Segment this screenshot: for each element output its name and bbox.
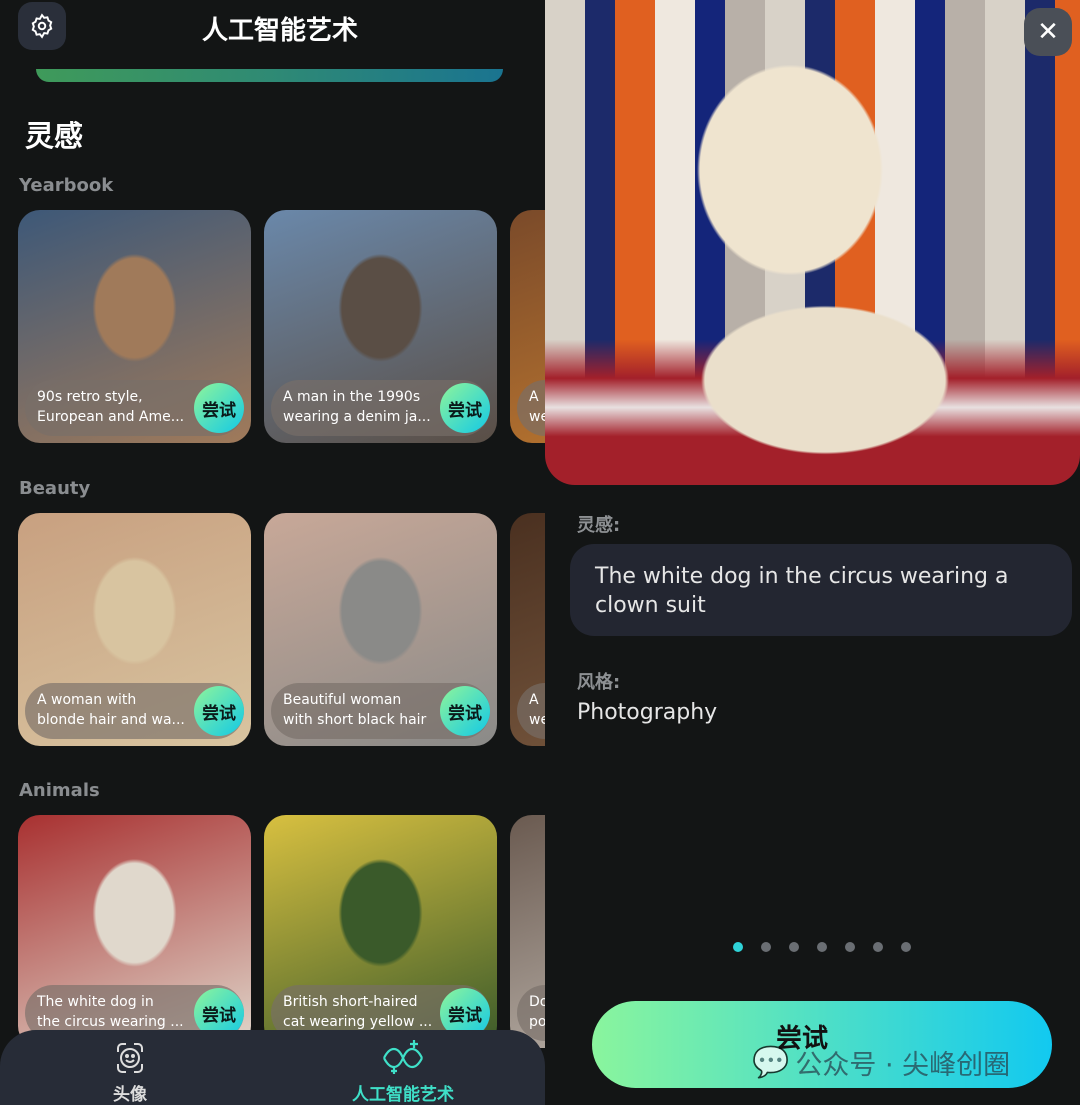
try-button[interactable]: 尝试: [440, 686, 490, 736]
close-button[interactable]: ✕: [1024, 8, 1072, 56]
page-dot[interactable]: [845, 942, 855, 952]
inspiration-panel: 人工智能艺术 灵感 Yearbook 90s retro style, Europ…: [0, 0, 545, 1105]
card-caption: A we尝试: [517, 683, 545, 739]
close-icon: ✕: [1037, 17, 1059, 47]
card-row: A woman with blonde hair and wa... 尝试 Beau…: [18, 513, 545, 746]
try-button[interactable]: 尝试: [440, 383, 490, 433]
prompt-card[interactable]: A man in the 1990s wearing a denim ja...…: [264, 210, 497, 443]
page-dot[interactable]: [901, 942, 911, 952]
page-title: 人工智能艺术: [201, 16, 358, 46]
card-caption: A we尝试: [517, 380, 545, 436]
try-button[interactable]: 尝试: [194, 686, 244, 736]
caption-text: The white dog in the circus wearing ...: [37, 994, 184, 1030]
style-label: 风格:: [577, 672, 621, 693]
banner[interactable]: [36, 69, 503, 82]
nav-label: 头像: [113, 1085, 147, 1105]
watermark: 💬 公众号 · 尖峰创圈: [752, 1043, 1010, 1082]
style-value: Photography: [577, 700, 718, 725]
page-dot[interactable]: [761, 942, 771, 952]
nav-item-ai-art[interactable]: 人工智能艺术: [352, 1038, 454, 1105]
prompt-card[interactable]: A we尝试: [510, 513, 545, 746]
face-scan-icon: [117, 1043, 143, 1073]
card-row: 90s retro style, European and Ame... 尝试 A …: [18, 210, 545, 443]
prompt-card[interactable]: 90s retro style, European and Ame... 尝试: [18, 210, 251, 443]
try-button[interactable]: 尝试: [194, 383, 244, 433]
category-label: Beauty: [19, 478, 91, 499]
detail-panel: ✕ 灵感: The white dog in the circus wearin…: [545, 0, 1080, 1105]
caption-text: Beautiful woman with short black hair: [283, 692, 427, 728]
page-indicator: [733, 942, 911, 952]
prompt-card[interactable]: Do po尝试: [510, 815, 545, 1048]
card-caption: A man in the 1990s wearing a denim ja...…: [271, 380, 490, 436]
nav-label: 人工智能艺术: [352, 1085, 454, 1105]
caption-text: A we: [529, 389, 545, 425]
prompt-card[interactable]: A we尝试: [510, 210, 545, 443]
prompt-card[interactable]: The white dog in the circus wearing ... 尝…: [18, 815, 251, 1048]
category-label: Yearbook: [19, 175, 114, 196]
ai-art-icon: [383, 1040, 423, 1074]
caption-text: British short-haired cat wearing yellow …: [283, 994, 433, 1030]
page-dot[interactable]: [789, 942, 799, 952]
caption-text: A woman with blonde hair and wa...: [37, 692, 185, 728]
section-title: 灵感: [25, 119, 84, 153]
page-dot[interactable]: [817, 942, 827, 952]
card-row: The white dog in the circus wearing ... 尝…: [18, 815, 545, 1048]
category-label: Animals: [19, 780, 100, 801]
wechat-icon: 💬: [752, 1045, 790, 1080]
card-caption: A woman with blonde hair and wa... 尝试: [25, 683, 244, 739]
caption-text: A we: [529, 692, 545, 728]
caption-text: 90s retro style, European and Ame...: [37, 389, 185, 425]
inspiration-label: 灵感:: [577, 515, 621, 536]
caption-text: Do po: [529, 994, 545, 1030]
prompt-card[interactable]: A woman with blonde hair and wa... 尝试: [18, 513, 251, 746]
nav-item-avatar[interactable]: 头像: [110, 1038, 150, 1105]
card-caption: 90s retro style, European and Ame... 尝试: [25, 380, 244, 436]
watermark-text: 公众号 · 尖峰创圈: [795, 1050, 1011, 1081]
preview-image: [545, 0, 1080, 485]
page-dot[interactable]: [873, 942, 883, 952]
prompt-text: The white dog in the circus wearing a cl…: [570, 544, 1072, 636]
prompt-card[interactable]: British short-haired cat wearing yellow …: [264, 815, 497, 1048]
prompt-card[interactable]: Beautiful woman with short black hair 尝试: [264, 513, 497, 746]
page-dot[interactable]: [733, 942, 743, 952]
card-caption: Beautiful woman with short black hair 尝试: [271, 683, 490, 739]
caption-text: A man in the 1990s wearing a denim ja...: [283, 389, 431, 425]
bottom-nav: 头像 人工智能艺术: [0, 1030, 545, 1105]
